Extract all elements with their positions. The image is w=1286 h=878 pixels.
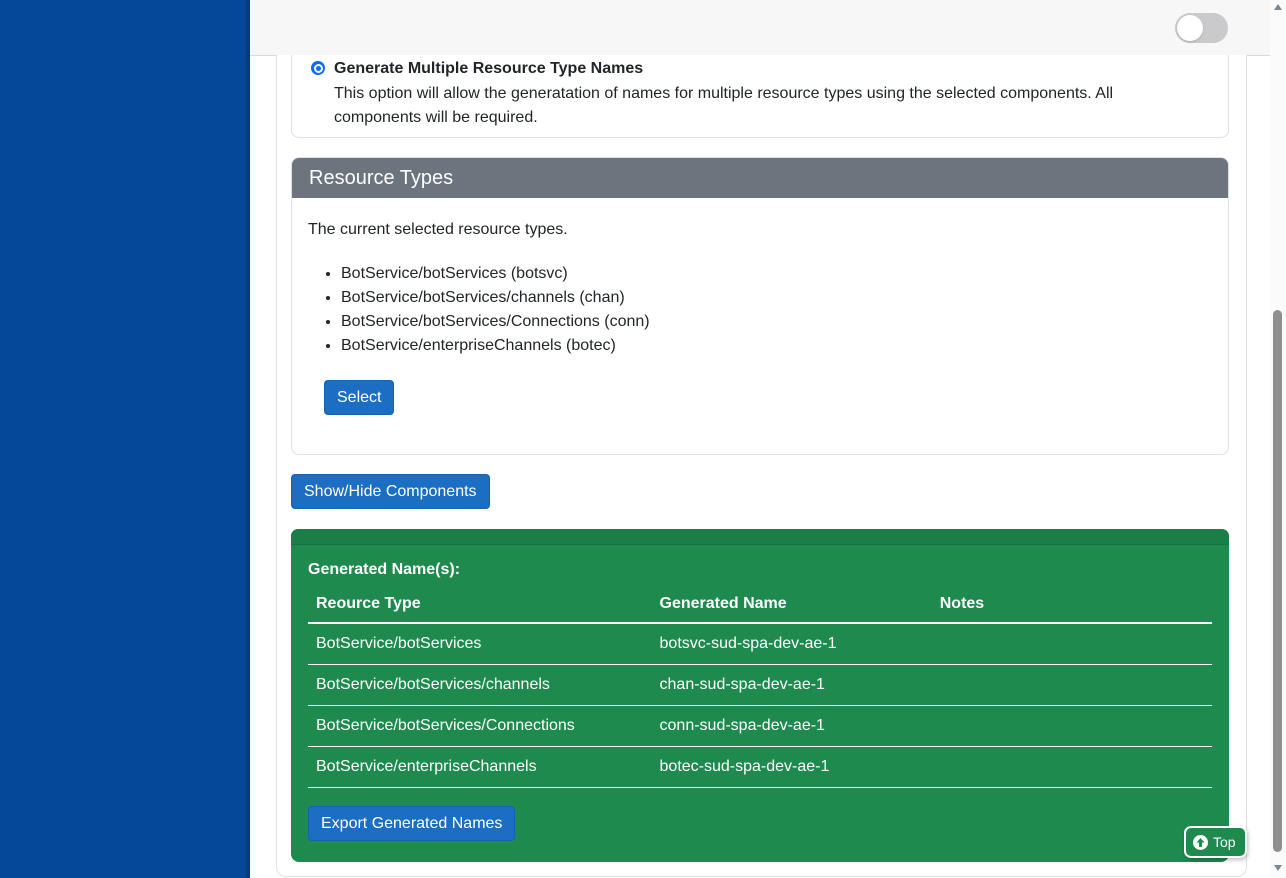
resource-type-item: BotService/botServices (botsvc) [341, 262, 1210, 286]
resource-types-header: Resource Types [292, 158, 1228, 198]
resource-type-item: BotService/botServices/Connections (conn… [341, 310, 1210, 334]
generated-name-cell: conn-sud-spa-dev-ae-1 [652, 706, 932, 747]
sidebar [0, 0, 250, 878]
notes-cell [932, 623, 1212, 665]
resource-types-card: Resource Types The current selected reso… [291, 157, 1229, 455]
select-button[interactable]: Select [324, 380, 394, 415]
circle-up-arrow-icon [1193, 835, 1208, 850]
generate-option-card: Generate Multiple Resource Type Names Th… [291, 55, 1229, 138]
resource-type-item: BotService/enterpriseChannels (botec) [341, 334, 1210, 358]
theme-toggle-switch[interactable] [1175, 13, 1228, 43]
resource-type-cell: BotService/botServices/channels [308, 665, 652, 706]
column-header-generated-name: Generated Name [652, 588, 932, 623]
generated-name-cell: botec-sud-spa-dev-ae-1 [652, 747, 932, 788]
table-row: BotService/enterpriseChannels botec-sud-… [308, 747, 1212, 788]
back-to-top-label: Top [1213, 834, 1236, 850]
notes-cell [932, 747, 1212, 788]
scroll-up-arrow-icon[interactable] [1274, 4, 1282, 10]
resource-type-cell: BotService/botServices [308, 623, 652, 665]
column-header-resource-type: Reource Type [308, 588, 652, 623]
generated-name-cell: botsvc-sud-spa-dev-ae-1 [652, 623, 932, 665]
top-bar [250, 0, 1270, 56]
notes-cell [932, 706, 1212, 747]
scroll-down-arrow-icon[interactable] [1274, 865, 1282, 871]
show-hide-components-button[interactable]: Show/Hide Components [291, 474, 490, 509]
multiple-resource-radio[interactable] [311, 61, 325, 75]
multiple-resource-label: Generate Multiple Resource Type Names [334, 58, 643, 79]
resource-type-item: BotService/botServices/channels (chan) [341, 286, 1210, 310]
scroll-thumb[interactable] [1273, 310, 1282, 852]
table-row: BotService/botServices botsvc-sud-spa-de… [308, 623, 1212, 665]
resource-type-cell: BotService/botServices/Connections [308, 706, 652, 747]
resource-types-intro: The current selected resource types. [308, 221, 1210, 239]
generated-names-title: Generated Name(s): [308, 561, 1212, 579]
column-header-notes: Notes [932, 588, 1212, 623]
export-generated-names-button[interactable]: Export Generated Names [308, 806, 515, 841]
generated-names-panel: Generated Name(s): Reource Type Generate… [291, 529, 1229, 862]
generated-name-cell: chan-sud-spa-dev-ae-1 [652, 665, 932, 706]
table-row: BotService/botServices/channels chan-sud… [308, 665, 1212, 706]
notes-cell [932, 665, 1212, 706]
generated-names-panel-header [291, 529, 1229, 545]
main-content-container: Generate Multiple Resource Type Names Th… [276, 55, 1247, 877]
scrollbar[interactable] [1270, 0, 1286, 878]
resource-type-cell: BotService/enterpriseChannels [308, 747, 652, 788]
resource-types-list: BotService/botServices (botsvc) BotServi… [308, 262, 1210, 358]
generated-names-table: Reource Type Generated Name Notes BotSer… [308, 588, 1212, 788]
table-row: BotService/botServices/Connections conn-… [308, 706, 1212, 747]
table-header-row: Reource Type Generated Name Notes [308, 588, 1212, 623]
back-to-top-button[interactable]: Top [1184, 826, 1247, 858]
multiple-resource-description: This option will allow the generatation … [334, 82, 1198, 130]
toggle-knob [1177, 15, 1203, 41]
